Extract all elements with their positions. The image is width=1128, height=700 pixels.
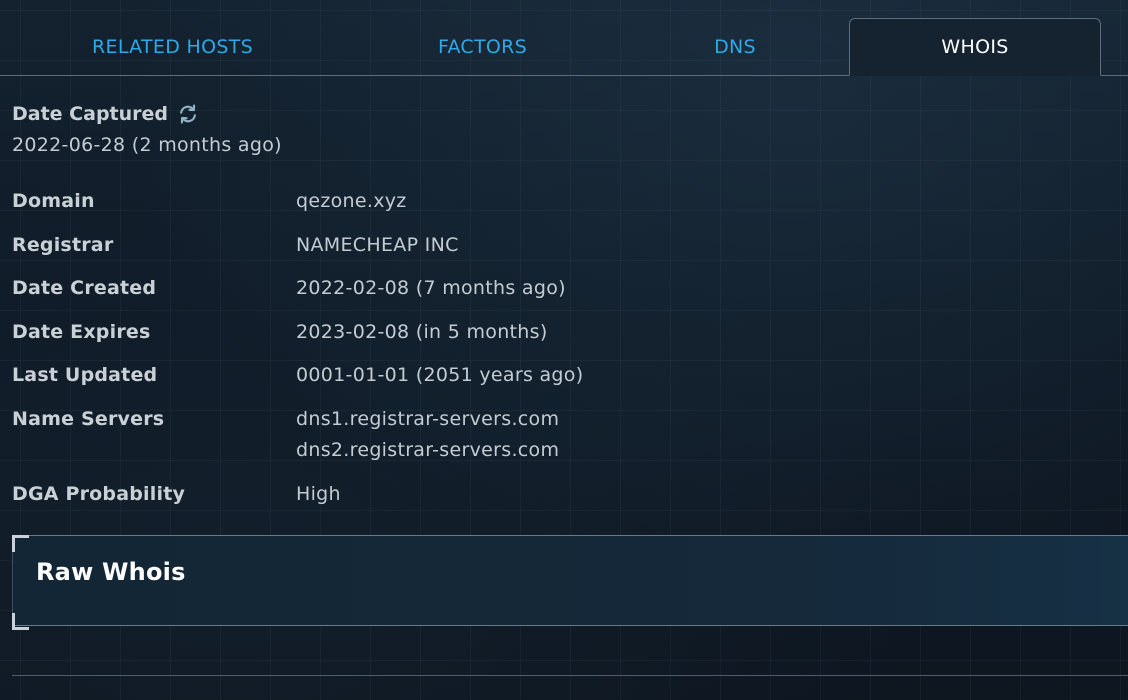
date-created-value: 2022-02-08 (7 months ago) [296, 277, 566, 299]
tab-bar: RELATED HOSTS FACTORS DNS WHOIS [0, 0, 1128, 76]
registrar-value: NAMECHEAP INC [296, 234, 459, 256]
registrar-label: Registrar [12, 234, 114, 256]
date-created-label: Date Created [12, 277, 157, 299]
tab-factors[interactable]: FACTORS [345, 18, 620, 76]
whois-page: RELATED HOSTS FACTORS DNS WHOIS Date Cap… [0, 0, 1128, 700]
date-captured-label: Date Captured [12, 103, 169, 125]
tab-related-hosts[interactable]: RELATED HOSTS [0, 18, 345, 76]
last-updated-value: 0001-01-01 (2051 years ago) [296, 364, 584, 386]
name-servers-label: Name Servers [12, 408, 165, 430]
date-expires-label: Date Expires [12, 321, 151, 343]
raw-whois-title: Raw Whois [36, 558, 186, 586]
domain-value: qezone.xyz [296, 190, 407, 212]
date-captured-heading: Date Captured [12, 103, 199, 125]
panel-corner-top-left [12, 535, 29, 552]
tab-whois[interactable]: WHOIS [849, 18, 1101, 76]
tab-dns[interactable]: DNS [620, 18, 850, 76]
date-captured-value: 2022-06-28 (2 months ago) [12, 134, 282, 156]
name-server-1: dns1.registrar-servers.com [296, 408, 560, 430]
dga-probability-value: High [296, 483, 341, 505]
last-updated-label: Last Updated [12, 364, 158, 386]
refresh-icon[interactable] [177, 103, 199, 125]
date-expires-value: 2023-02-08 (in 5 months) [296, 321, 548, 343]
bottom-divider [12, 675, 1128, 676]
name-server-2: dns2.registrar-servers.com [296, 439, 560, 461]
panel-corner-bottom-left [12, 613, 29, 630]
dga-probability-label: DGA Probability [12, 483, 186, 505]
domain-label: Domain [12, 190, 95, 212]
